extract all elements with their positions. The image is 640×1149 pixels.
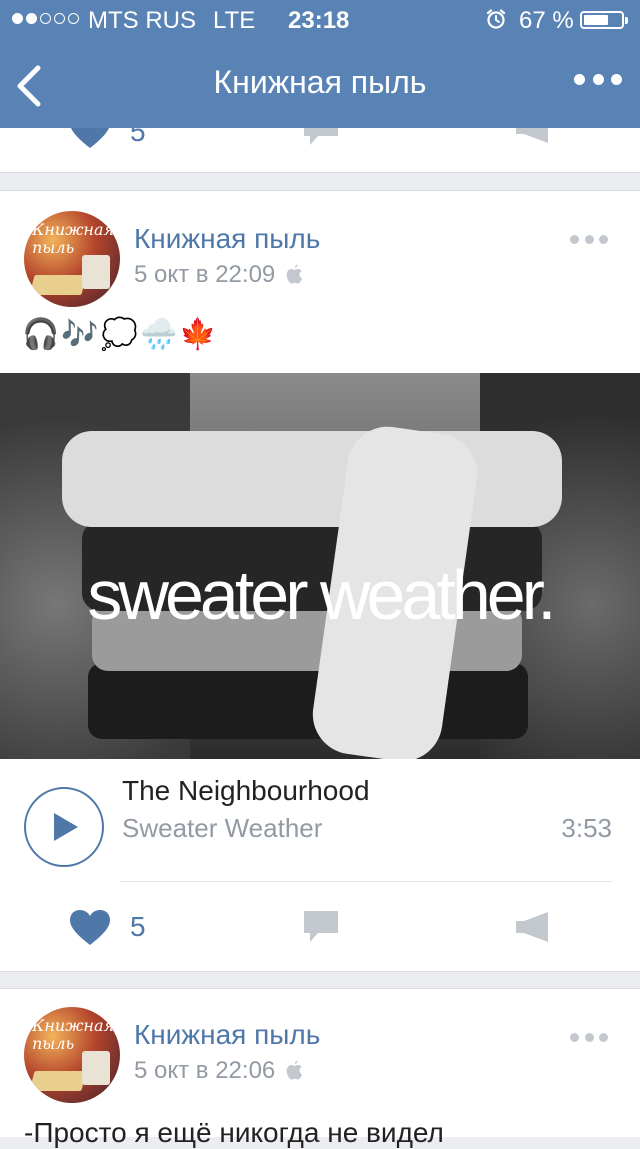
play-button[interactable] <box>24 787 104 867</box>
like-icon[interactable] <box>68 128 112 150</box>
post-date: 5 окт в 22:06 <box>134 1057 303 1085</box>
post-date-text: 5 окт в 22:06 <box>134 1057 276 1084</box>
audio-artist: The Neighbourhood <box>122 775 370 806</box>
divider <box>120 881 612 882</box>
post-card: Книжная пыль Книжная пыль 5 окт в 22:06 … <box>0 988 640 1148</box>
battery-percent: 67 % <box>519 7 574 34</box>
audio-attachment[interactable]: The Neighbourhood Sweater Weather 3:53 <box>0 759 640 887</box>
post-card: Книжная пыль Книжная пыль 5 окт в 22:09 … <box>0 190 640 972</box>
alarm-clock-icon <box>486 9 506 29</box>
apple-icon <box>286 264 303 284</box>
share-megaphone-icon[interactable] <box>514 128 552 146</box>
avatar[interactable]: Книжная пыль <box>24 211 120 307</box>
battery-fill <box>584 15 608 25</box>
clock: 23:18 <box>288 7 350 34</box>
comment-icon[interactable] <box>302 128 340 148</box>
apple-icon <box>286 1060 303 1080</box>
header-bar: MTS RUS LTE 23:18 67 % Книжная пыль <box>0 0 640 128</box>
previous-post-actions: 5 <box>0 128 640 173</box>
post-more-button[interactable] <box>570 1033 608 1043</box>
more-options-button[interactable] <box>574 74 622 86</box>
audio-duration: 3:53 <box>561 813 612 843</box>
image-caption: sweater weather. <box>87 556 556 634</box>
post-date-text: 5 окт в 22:09 <box>134 261 276 288</box>
post-more-button[interactable] <box>570 235 608 245</box>
avatar-logo-text: Книжная пыль <box>32 220 115 257</box>
navigation-bar: Книжная пыль <box>0 40 640 128</box>
page-title: Книжная пыль <box>213 64 427 100</box>
like-count: 5 <box>130 911 146 942</box>
avatar-logo-text: Книжная пыль <box>32 1016 115 1053</box>
status-bar: MTS RUS LTE 23:18 67 % <box>0 0 640 40</box>
network-type: LTE <box>213 7 256 34</box>
post-author[interactable]: Книжная пыль <box>134 1019 320 1051</box>
signal-strength-icon <box>12 9 79 24</box>
post-image[interactable]: sweater weather. <box>0 373 640 759</box>
like-count: 5 <box>130 128 146 147</box>
post-date: 5 окт в 22:09 <box>134 261 303 289</box>
post-text: -Просто я ещё никогда не видел <box>24 1117 444 1148</box>
like-icon[interactable] <box>68 909 112 947</box>
battery-icon <box>580 11 628 29</box>
carrier-label: MTS RUS <box>88 7 196 34</box>
share-megaphone-icon[interactable] <box>514 911 552 945</box>
play-icon <box>54 813 78 841</box>
post-emojis: 🎧🎶💭🌧️🍁 <box>22 318 219 351</box>
comment-icon[interactable] <box>302 909 340 945</box>
post-author[interactable]: Книжная пыль <box>134 223 320 255</box>
audio-title: Sweater Weather <box>122 813 323 843</box>
avatar[interactable]: Книжная пыль <box>24 1007 120 1103</box>
post-actions: 5 <box>0 891 640 971</box>
